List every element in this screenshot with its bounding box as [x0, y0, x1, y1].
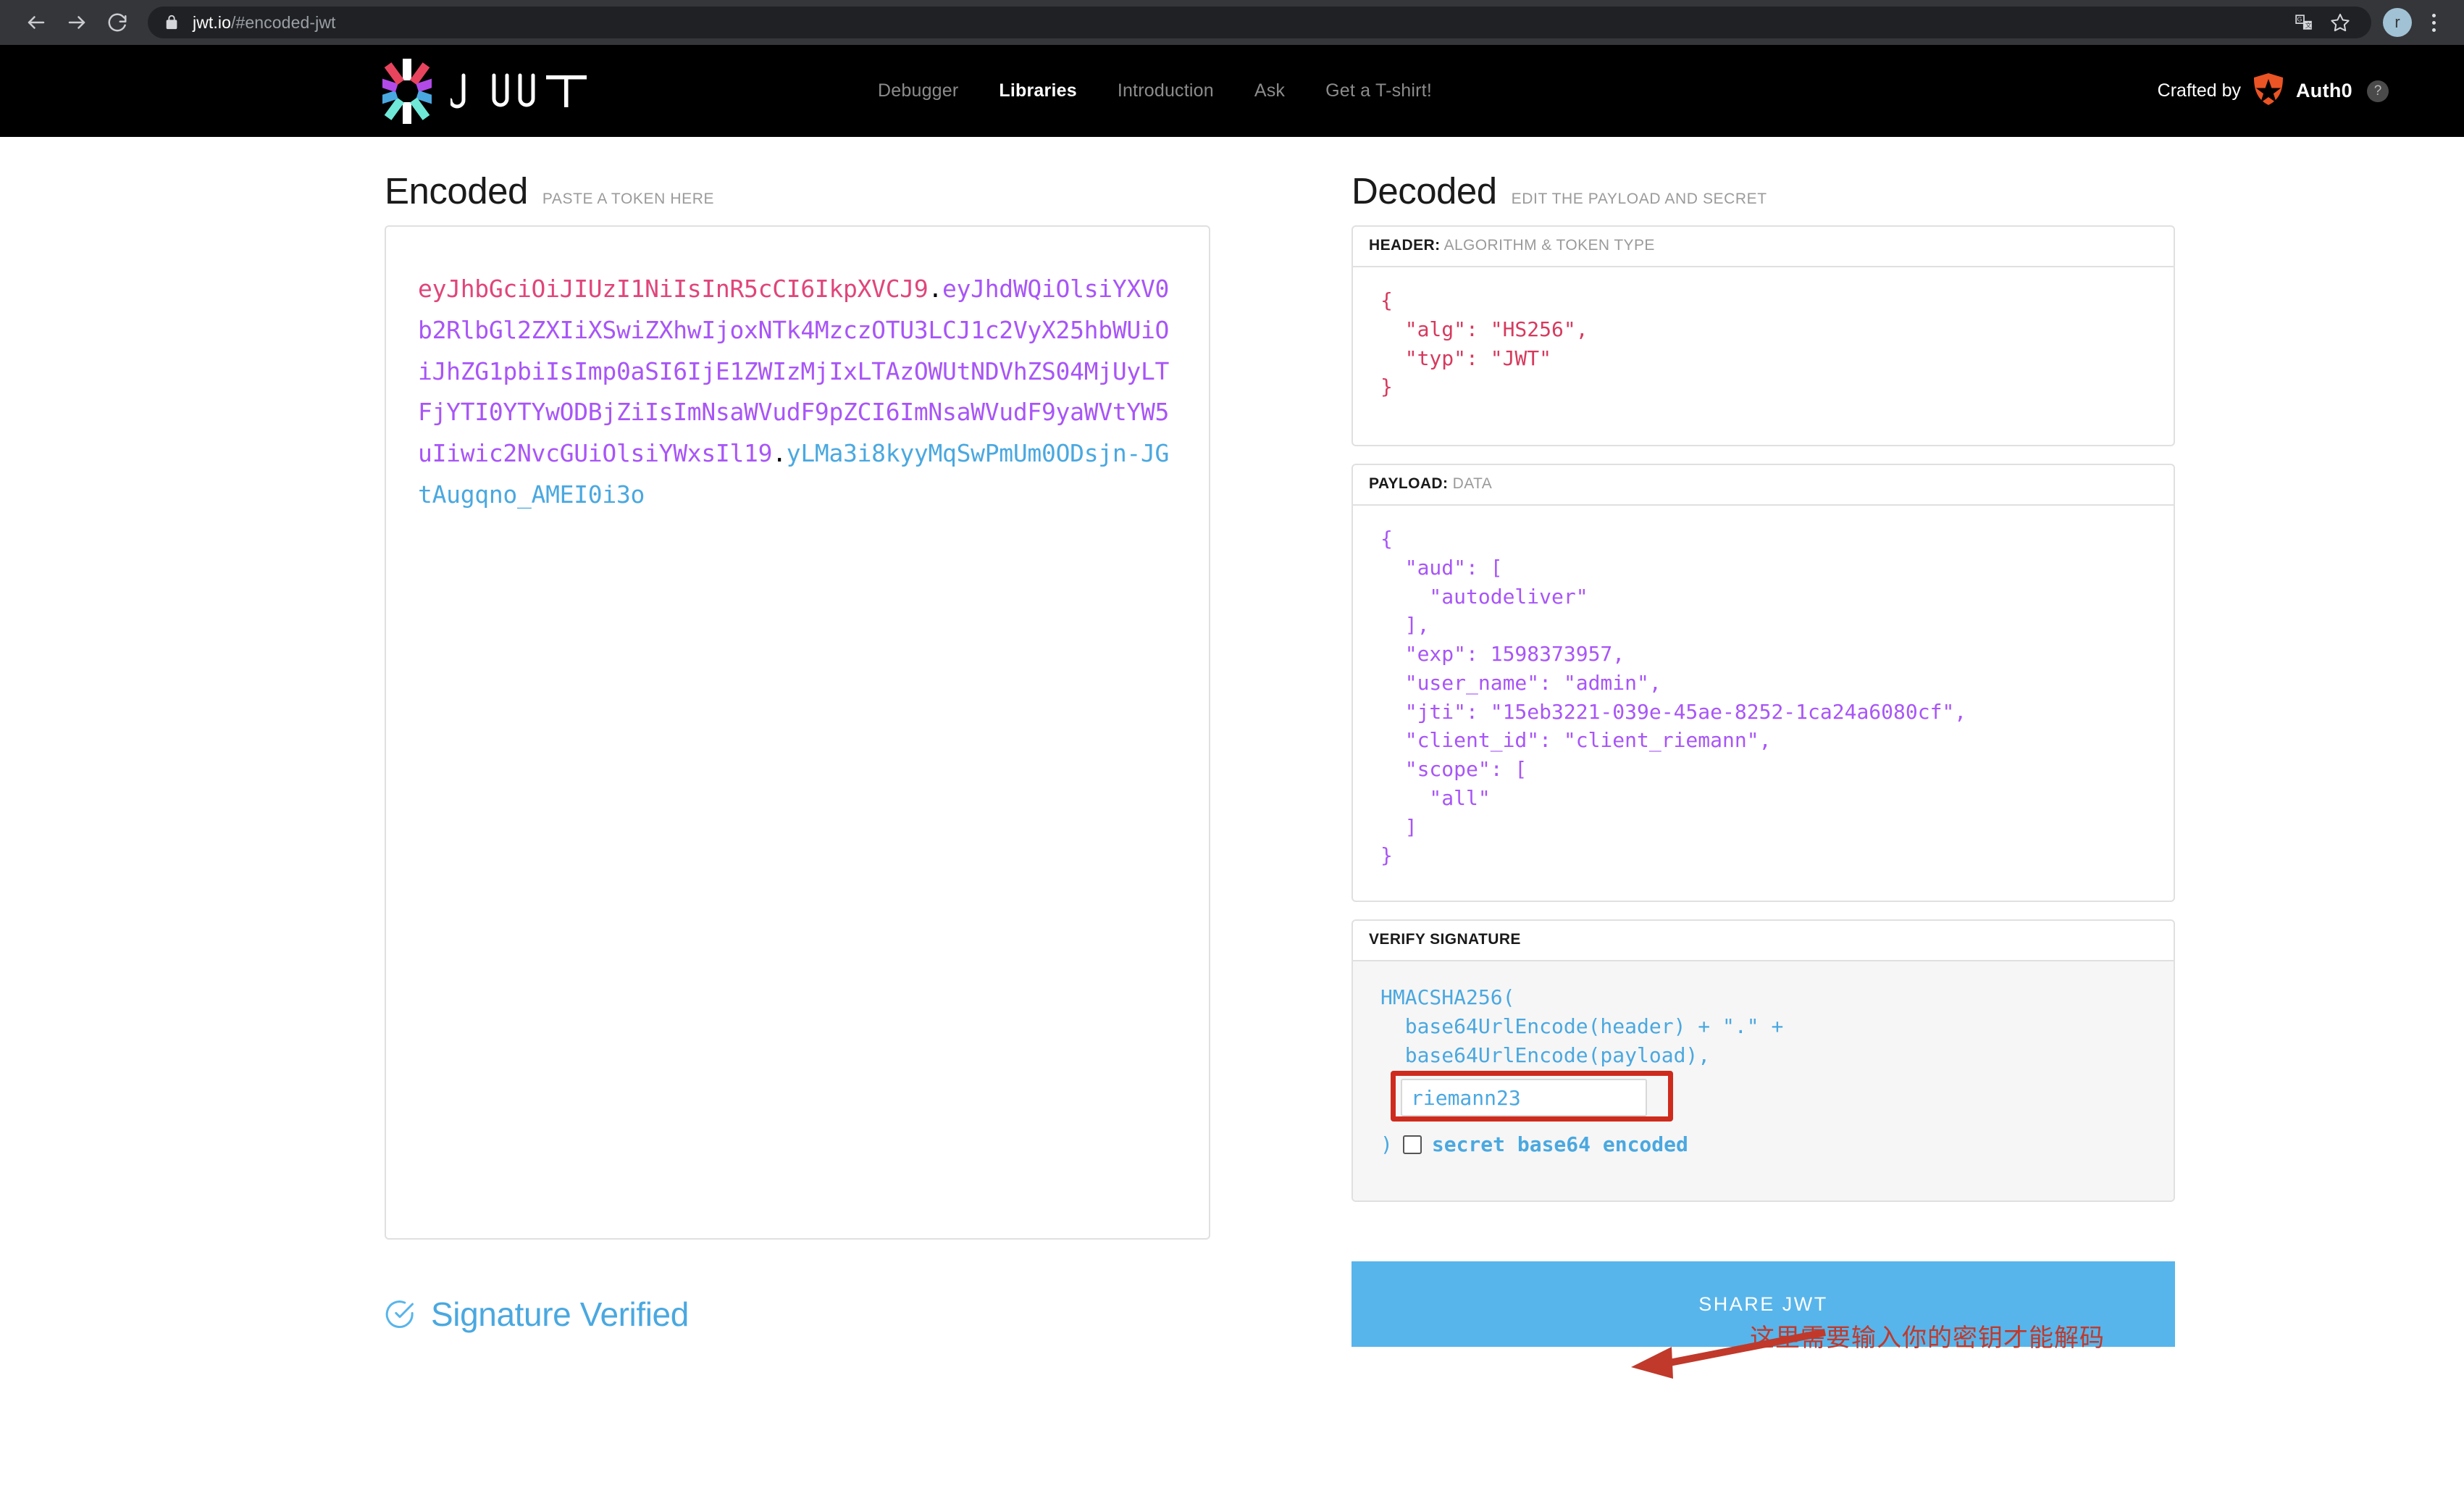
url-path: /#encoded-jwt — [231, 13, 336, 32]
signature-status: Signature Verified — [385, 1261, 1210, 1347]
encoded-token-input[interactable]: eyJhbGciOiJIUzI1NiIsInR5cCI6IkpXVCJ9.eyJ… — [385, 225, 1210, 1240]
svg-text:文: 文 — [2305, 21, 2312, 29]
help-icon[interactable]: ? — [2367, 80, 2389, 102]
header-panel-sublabel: ALGORITHM & TOKEN TYPE — [1444, 237, 1655, 254]
base64-row: ) secret base64 encoded — [1380, 1130, 2146, 1159]
secret-input[interactable] — [1401, 1079, 1647, 1116]
annotation-text: 这里需要输入你的密钥才能解码 — [1750, 1318, 2105, 1353]
three-dot-menu-icon[interactable] — [2419, 7, 2448, 38]
secret-base64-checkbox[interactable] — [1403, 1135, 1422, 1154]
token-separator-2: . — [772, 439, 787, 467]
decoded-title: Decoded — [1352, 170, 1497, 212]
url-text: jwt.io/#encoded-jwt — [193, 13, 336, 33]
jwt-wordmark — [451, 72, 603, 110]
address-bar[interactable]: jwt.io/#encoded-jwt G文 — [148, 7, 2371, 38]
crafted-by-auth0: Crafted by Auth0 ? — [2158, 72, 2389, 109]
token-text: eyJhbGciOiJIUzI1NiIsInR5cCI6IkpXVCJ9.eyJ… — [418, 269, 1177, 516]
hmac-line-2: base64UrlEncode(header) + "." + — [1380, 1012, 2146, 1041]
translate-icon[interactable]: G文 — [2287, 6, 2321, 39]
hmac-line-1: HMACSHA256( — [1380, 983, 2146, 1012]
nav-link-debugger[interactable]: Debugger — [878, 80, 958, 101]
browser-right-actions: r — [2383, 7, 2448, 38]
payload-json-editor[interactable]: { "aud": [ "autodeliver" ], "exp": 15983… — [1353, 506, 2174, 901]
decoded-subtitle: EDIT THE PAYLOAD AND SECRET — [1512, 191, 1767, 208]
hmac-line-3: base64UrlEncode(payload), — [1380, 1041, 2146, 1070]
site-header: Debugger Libraries Introduction Ask Get … — [0, 45, 2464, 137]
encoded-title: Encoded — [385, 170, 528, 212]
payload-panel: PAYLOAD: DATA { "aud": [ "autodeliver" ]… — [1352, 464, 2175, 902]
auth0-label: Auth0 — [2296, 80, 2352, 102]
url-host: jwt.io — [193, 13, 231, 32]
browser-toolbar: jwt.io/#encoded-jwt G文 r — [0, 0, 2464, 45]
nav-link-introduction[interactable]: Introduction — [1118, 80, 1214, 101]
main-nav: Debugger Libraries Introduction Ask Get … — [878, 80, 1432, 101]
signature-status-label: Signature Verified — [431, 1295, 689, 1334]
verify-signature-panel: VERIFY SIGNATURE HMACSHA256( base64UrlEn… — [1352, 919, 2175, 1202]
page-content: Encoded PASTE A TOKEN HERE eyJhbGciOiJIU… — [0, 137, 2464, 1491]
auth0-shield-icon — [2253, 72, 2284, 109]
jwt-starburst-icon — [382, 59, 432, 124]
token-separator-1: . — [928, 275, 942, 303]
secret-row — [1380, 1074, 2146, 1122]
header-panel-title: HEADER: ALGORITHM & TOKEN TYPE — [1353, 227, 2174, 267]
verify-signature-title: VERIFY SIGNATURE — [1353, 921, 2174, 961]
crafted-by-label: Crafted by — [2158, 80, 2241, 101]
check-circle-icon — [385, 1299, 415, 1329]
header-panel: HEADER: ALGORITHM & TOKEN TYPE { "alg": … — [1352, 225, 2175, 446]
encoded-heading: Encoded PASTE A TOKEN HERE — [385, 170, 1210, 225]
payload-panel-title: PAYLOAD: DATA — [1353, 465, 2174, 506]
closing-paren: ) — [1380, 1130, 1393, 1159]
secret-base64-label[interactable]: secret base64 encoded — [1432, 1130, 1688, 1159]
decoded-column: Decoded EDIT THE PAYLOAD AND SECRET HEAD… — [1352, 170, 2175, 1240]
star-icon[interactable] — [2323, 6, 2357, 39]
back-arrow-icon[interactable] — [16, 2, 56, 43]
token-header-segment: eyJhbGciOiJIUzI1NiIsInR5cCI6IkpXVCJ9 — [418, 275, 928, 303]
svg-text:G: G — [2297, 15, 2302, 22]
lock-icon — [162, 13, 181, 32]
avatar[interactable]: r — [2383, 8, 2412, 37]
verify-signature-label: VERIFY SIGNATURE — [1369, 931, 1521, 948]
jwt-logo[interactable] — [382, 59, 603, 124]
encoded-subtitle: PASTE A TOKEN HERE — [542, 191, 714, 208]
forward-arrow-icon[interactable] — [56, 2, 97, 43]
debugger-columns: Encoded PASTE A TOKEN HERE eyJhbGciOiJIU… — [0, 170, 2464, 1240]
decoded-heading: Decoded EDIT THE PAYLOAD AND SECRET — [1352, 170, 2175, 225]
header-panel-label: HEADER: — [1369, 237, 1440, 254]
nav-link-ask[interactable]: Ask — [1254, 80, 1285, 101]
nav-link-get-a-tshirt[interactable]: Get a T-shirt! — [1325, 80, 1432, 101]
payload-panel-sublabel: DATA — [1453, 475, 1493, 492]
payload-panel-label: PAYLOAD: — [1369, 475, 1448, 492]
reload-icon[interactable] — [97, 2, 138, 43]
signature-formula: HMACSHA256( base64UrlEncode(header) + ".… — [1353, 961, 2174, 1200]
header-json-editor[interactable]: { "alg": "HS256", "typ": "JWT" } — [1353, 267, 2174, 445]
nav-link-libraries[interactable]: Libraries — [999, 80, 1076, 101]
omnibox-actions: G文 — [2287, 6, 2357, 39]
encoded-column: Encoded PASTE A TOKEN HERE eyJhbGciOiJIU… — [385, 170, 1210, 1240]
